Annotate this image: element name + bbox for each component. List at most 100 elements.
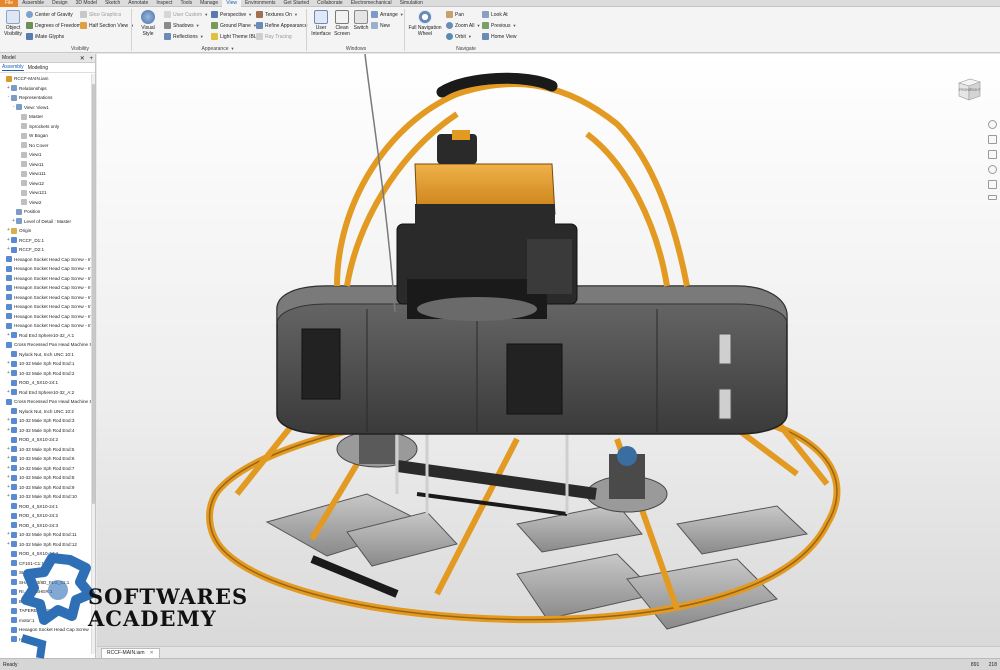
tab-assembly[interactable]: Assembly [2,64,24,71]
tab-get-started[interactable]: Get Started [280,0,314,7]
tree-node[interactable]: Hexagon Socket Head Cap Screw - Inch [0,255,95,265]
tree-node[interactable]: +10-32 Male Sph Rod End:3 [0,416,95,426]
tab-tools[interactable]: Tools [176,0,196,7]
switch-button[interactable]: Switch [352,10,370,31]
reflections-button[interactable]: Reflections ▼ [164,32,204,41]
close-icon[interactable]: ✕ [80,56,85,62]
tree-node[interactable]: Nylock Nut, Inch UNC 10:1 [0,350,95,360]
tree-node[interactable]: ROD_4_5X10-24:2 [0,435,95,445]
tree-node[interactable]: View111 [0,169,95,179]
add-icon[interactable]: + [89,56,93,62]
tree-node[interactable]: ROD_4_5X10-24:1 [0,502,95,512]
previous-view-button[interactable]: Previous ▼ [482,21,516,30]
tab-file[interactable]: File [0,0,19,7]
tree-node[interactable]: Hexagon Socket Head Cap Screw - Inch [0,283,95,293]
user-interface-button[interactable]: User Interface [310,10,332,37]
tree-node[interactable]: ROD_4_5X10-24:2 [0,511,95,521]
tree-node[interactable]: View12 [0,179,95,189]
ground-plane-button[interactable]: Ground Plane ▼ [211,21,257,30]
tab-collaborate[interactable]: Collaborate [313,0,347,7]
tree-node[interactable]: + RCCF_D1:1 [0,236,95,246]
tree-node[interactable]: + Rod End Sphere10-32_A:2 [0,388,95,398]
tree-node[interactable]: +10-32 Male Sph Rod End:10 [0,492,95,502]
tree-node[interactable]: + Level of Detail : Master [0,217,95,227]
tree-node[interactable]: Sprockets only [0,122,95,132]
tree-node[interactable]: +10-32 Male Sph Rod End:8 [0,473,95,483]
tree-node[interactable]: +10-32 Male Sph Rod End:2 [0,369,95,379]
tree-node[interactable]: ROD_4_5X10-24:1 [0,378,95,388]
tree-node[interactable]: W Bogan [0,131,95,141]
tree-node[interactable]: +10-32 Male Sph Rod End:9 [0,483,95,493]
tree-node[interactable]: Position [0,207,95,217]
perspective-button[interactable]: Perspective ▼ [211,10,252,19]
customize-icon[interactable] [987,195,997,200]
imate-glyphs-button[interactable]: iMate Glyphs [26,32,64,41]
degrees-of-freedom-button[interactable]: Degrees of Freedom [26,21,81,30]
tree-node[interactable]: Hexagon Socket Head Cap Screw - Inch [0,293,95,303]
tree-node[interactable]: Hexagon Socket Head Cap Screw - Inch [0,321,95,331]
tree-node[interactable]: View1 [0,150,95,160]
tree-node[interactable]: + Rod End Sphere10-32_A:1 [0,331,95,341]
zoom-all-button[interactable]: Zoom All ▼ [446,21,480,30]
tree-node[interactable]: View121 [0,188,95,198]
tab-inspect[interactable]: Inspect [152,0,176,7]
tab-environments[interactable]: Environments [241,0,280,7]
center-of-gravity-button[interactable]: Center of Gravity [26,10,73,19]
arrange-button[interactable]: Arrange ▼ [371,10,404,19]
tree-node[interactable]: +10-32 Male Sph Rod End:5 [0,445,95,455]
light-theme-select[interactable]: Light Theme IBL▼ [211,32,263,41]
textures-on-button[interactable]: Textures On ▼ [256,10,298,19]
tree-node[interactable]: Master [0,112,95,122]
look-at-icon[interactable] [987,180,997,189]
tree-node[interactable]: +10-32 Male Sph Rod End:4 [0,426,95,436]
tab-manage[interactable]: Manage [196,0,222,7]
tab-electromechanical[interactable]: Electromechanical [347,0,396,7]
tree-node[interactable]: Hexagon Socket Head Cap Screw - Inch [0,274,95,284]
tree-node[interactable]: Hexagon Socket Head Cap Screw - Inch [0,302,95,312]
tree-node[interactable]: + Origin [0,226,95,236]
tree-node[interactable]: +10-32 Male Sph Rod End:7 [0,464,95,474]
tree-node[interactable]: - Representations [0,93,95,103]
steering-wheel-icon[interactable] [987,120,997,129]
orbit-icon[interactable] [987,165,997,174]
tree-node[interactable]: Cross Recessed Pan Head Machine Screw [0,340,95,350]
full-navigation-wheel-button[interactable]: Full Navigation Wheel [408,10,442,37]
tree-node[interactable]: No Cover [0,141,95,151]
tree-node[interactable]: Nylock Nut, Inch UNC 10:2 [0,407,95,417]
pan-icon[interactable] [987,135,997,144]
tree-node[interactable]: Hexagon Socket Head Cap Screw - Inch [0,312,95,322]
home-view-button[interactable]: Home View [482,32,516,41]
tree-node[interactable]: View2 [0,198,95,208]
tree-node[interactable]: Cross Recessed Pan Head Machine Screw [0,397,95,407]
tree-node[interactable]: +10-32 Male Sph Rod End:11 [0,530,95,540]
slice-graphics-button[interactable]: Slice Graphics [80,10,121,19]
look-at-button[interactable]: Look At [482,10,508,19]
tree-node[interactable]: - View: View1 [0,103,95,113]
visual-style-button[interactable]: Visual Style [135,10,161,37]
tree-node[interactable]: +10-32 Male Sph Rod End:1 [0,359,95,369]
tab-3d-model[interactable]: 3D Model [72,0,101,7]
tree-node[interactable]: Hexagon Socket Head Cap Screw - Inch [0,264,95,274]
tree-node[interactable]: View11 [0,160,95,170]
tab-view[interactable]: View [222,0,241,7]
tab-simulation[interactable]: Simulation [396,0,427,7]
tab-design[interactable]: Design [48,0,72,7]
zoom-icon[interactable] [987,150,997,159]
tree-node[interactable]: + RCCF_D2:1 [0,245,95,255]
refine-appearance-button[interactable]: Refine Appearance [256,21,308,30]
clean-screen-button[interactable]: Clean Screen [332,10,352,37]
pan-button[interactable]: Pan [446,10,464,19]
tree-node[interactable]: ROD_4_5X10-24:3 [0,521,95,531]
tree-node[interactable]: RCCF-MAIN.iam [0,74,95,84]
tab-modeling[interactable]: Modeling [28,65,48,71]
shadows-button[interactable]: Shadows ▼ [164,21,200,30]
half-section-view-button[interactable]: Half Section View ▼ [80,21,134,30]
new-window-button[interactable]: New [371,21,390,30]
tab-annotate[interactable]: Annotate [124,0,152,7]
user-custom-select[interactable]: User Custom ▼ [164,10,208,19]
tree-node[interactable]: +10-32 Male Sph Rod End:6 [0,454,95,464]
object-visibility-button[interactable]: Object Visibility [2,10,24,37]
scrollbar-thumb[interactable] [92,84,95,504]
tree-node[interactable]: + Relationships [0,84,95,94]
viewcube[interactable]: FRONT RIGHT [956,74,982,102]
